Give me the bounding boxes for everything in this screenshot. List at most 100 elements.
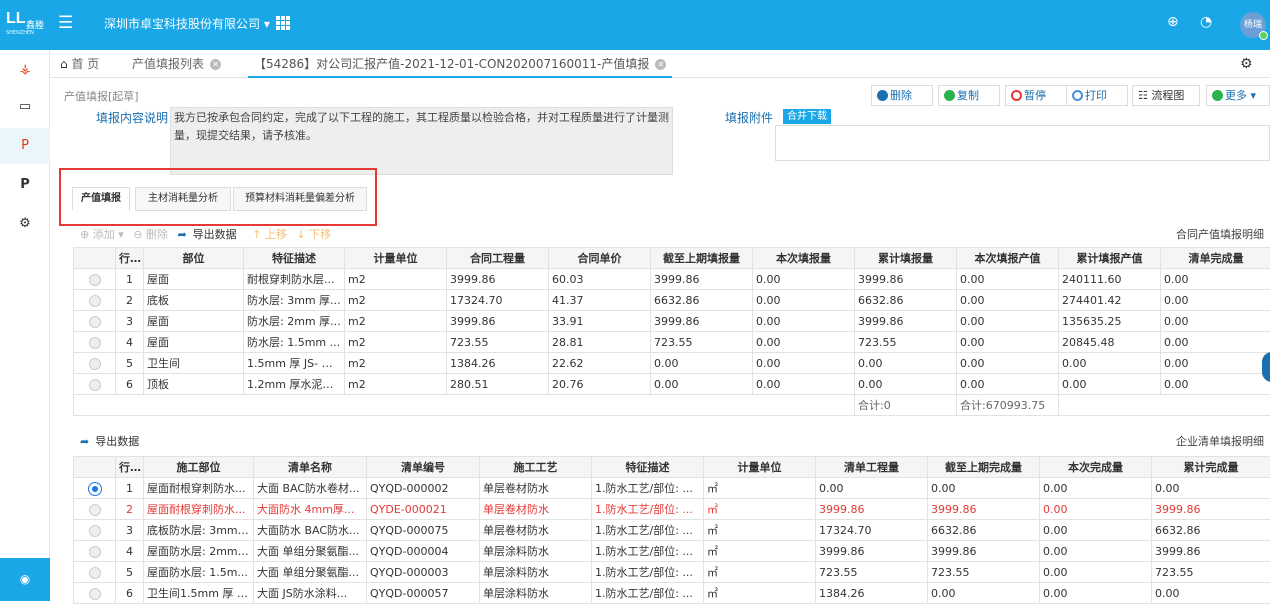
apps-grid-icon[interactable] <box>276 16 290 30</box>
gears-icon[interactable]: ⚙ <box>0 206 50 242</box>
monitor-icon[interactable]: ▭ <box>0 89 50 125</box>
paypal-icon[interactable]: P <box>0 128 50 164</box>
col-select <box>74 457 116 478</box>
table-cell: 0.00 <box>816 478 928 499</box>
table-cell: 20.76 <box>549 374 651 395</box>
table-cell: 20845.48 <box>1059 332 1161 353</box>
table-cell: ㎡ <box>704 541 816 562</box>
table-cell: 723.55 <box>1152 562 1270 583</box>
export-button[interactable]: 导出数据 <box>193 228 237 241</box>
eye-icon[interactable]: ◉ <box>0 558 50 601</box>
table-row[interactable]: 6卫生间1.5mm 厚 J...大面 JS防水涂料...QYQD-000057单… <box>74 583 1270 604</box>
add-button[interactable]: ⊕ 添加 ▾ <box>80 228 124 241</box>
row-select-cell <box>74 562 116 583</box>
col-row-no: 行号 <box>116 248 144 269</box>
export-button[interactable]: 导出数据 <box>95 435 139 448</box>
tab-label: 【54286】对公司汇报产值-2021-12-01-CON20200716001… <box>254 57 649 71</box>
table-cell: QYQD-000075 <box>367 520 480 541</box>
sidebar: ⚶ ▭ P P ⚙ ◉ <box>0 50 50 601</box>
row-radio[interactable] <box>89 295 101 307</box>
table-cell: 0.00 <box>753 353 855 374</box>
row-radio[interactable] <box>89 316 101 328</box>
tab-home[interactable]: ⌂ 首 页 <box>60 50 99 78</box>
menu-toggle-icon[interactable]: ☰ <box>58 14 73 32</box>
merge-download-button[interactable]: 合并下载 <box>783 109 831 124</box>
table-row[interactable]: 2屋面耐根穿刺防水...大面防水 4mm厚...QYDE-000021单层卷材防… <box>74 499 1270 520</box>
table-row[interactable]: 1屋面耐根穿刺防水...大面 BAC防水卷材...QYQD-000002单层卷材… <box>74 478 1270 499</box>
table-row[interactable]: 6顶板1.2mm 厚水泥基...m2280.5120.760.000.000.0… <box>74 374 1270 395</box>
col-list-qty: 清单工程量 <box>816 457 928 478</box>
table-cell: QYQD-000002 <box>367 478 480 499</box>
table-cell: 大面 单组分聚氨酯... <box>254 562 367 583</box>
tab-output-report[interactable]: 【54286】对公司汇报产值-2021-12-01-CON20200716001… <box>248 50 672 78</box>
logo-mark: LL <box>6 10 26 28</box>
table-row[interactable]: 1屋面耐根穿刺防水层...m23999.8660.033999.860.0039… <box>74 269 1270 290</box>
table-row[interactable]: 5屋面防水层: 1.5m...大面 单组分聚氨酯...QYQD-000003单层… <box>74 562 1270 583</box>
table2-title: 企业清单填报明细 <box>1176 434 1264 450</box>
move-up-button[interactable]: ↑ 上移 <box>252 228 287 241</box>
row-radio[interactable] <box>89 358 101 370</box>
move-down-button[interactable]: ↓ 下移 <box>296 228 331 241</box>
copy-button[interactable]: 复制 <box>938 85 1000 106</box>
table-row[interactable]: 5卫生间1.5mm 厚 JS- 工...m21384.2622.620.000.… <box>74 353 1270 374</box>
close-icon[interactable]: ✕ <box>655 59 666 70</box>
table-cell: m2 <box>345 353 447 374</box>
row-radio[interactable] <box>89 379 101 391</box>
print-button[interactable]: 打印 <box>1066 85 1128 106</box>
row-radio[interactable] <box>89 546 101 558</box>
table-cell: m2 <box>345 269 447 290</box>
row-radio[interactable] <box>89 525 101 537</box>
search-icon[interactable]: ⊕ <box>1167 14 1179 30</box>
row-radio[interactable] <box>89 567 101 579</box>
settings-icon[interactable]: ⚙ <box>1240 56 1253 72</box>
row-radio[interactable] <box>89 337 101 349</box>
table-cell: 2 <box>116 290 144 311</box>
flowchart-button[interactable]: ☷ 流程图 <box>1132 85 1200 106</box>
chat-icon[interactable]: ◔ <box>1200 14 1212 30</box>
row-radio[interactable] <box>89 504 101 516</box>
share-icon: ➦ <box>177 228 186 241</box>
table-cell: 0.00 <box>1040 499 1152 520</box>
close-icon[interactable]: ✕ <box>210 59 221 70</box>
floating-button[interactable] <box>1262 352 1270 382</box>
description-field[interactable]: 我方已按承包合同约定，完成了以下工程的施工，其工程质量以检验合格，并对工程质量进… <box>170 107 673 175</box>
row-radio[interactable] <box>89 588 101 600</box>
table-cell: m2 <box>345 374 447 395</box>
contract-output-table: 行号 部位 特征描述 计量单位 合同工程量 合同单价 截至上期填报量 本次填报量… <box>73 247 1270 416</box>
table-cell: 0.00 <box>1161 374 1270 395</box>
tab-output-list[interactable]: 产值填报列表✕ <box>132 50 221 78</box>
table-cell: 3 <box>116 311 144 332</box>
table-cell: 240111.60 <box>1059 269 1161 290</box>
company-selector[interactable]: 深圳市卓宝科技股份有限公司 ▾ <box>104 16 270 32</box>
table-row[interactable]: 4屋面防水层: 1.5mm ...m2723.5528.81723.550.00… <box>74 332 1270 353</box>
table-row[interactable]: 3底板防水层: 3mm ...大面防水 BAC防水...QYQD-000075单… <box>74 520 1270 541</box>
col-process: 施工工艺 <box>480 457 592 478</box>
table-cell: 6632.86 <box>855 290 957 311</box>
table-row[interactable]: 2底板防水层: 3mm 厚...m217324.7041.376632.860.… <box>74 290 1270 311</box>
row-select-cell <box>74 374 116 395</box>
col-location: 部位 <box>144 248 244 269</box>
table-cell: 屋面耐根穿刺防水... <box>144 478 254 499</box>
table-cell: 防水层: 2mm 厚... <box>244 311 345 332</box>
remove-button[interactable]: ⊖ 删除 <box>133 228 168 241</box>
table-cell: 3999.86 <box>651 269 753 290</box>
pause-button[interactable]: 暂停 <box>1005 85 1067 106</box>
delete-button[interactable]: 删除 <box>871 85 933 106</box>
avatar[interactable]: 杨瑞 <box>1240 12 1266 38</box>
table-row[interactable]: 4屋面防水层: 2mm ...大面 单组分聚氨酯...QYQD-000004单层… <box>74 541 1270 562</box>
attach-label: 填报附件 <box>725 109 773 126</box>
paypal-icon[interactable]: P <box>0 167 50 203</box>
table-cell: 0.00 <box>1152 478 1270 499</box>
table-cell: 3999.86 <box>928 541 1040 562</box>
flowchart-button-label: 流程图 <box>1151 89 1184 102</box>
row-radio[interactable] <box>89 483 101 495</box>
table-cell: 17324.70 <box>816 520 928 541</box>
table-cell: 3999.86 <box>816 541 928 562</box>
sitemap-icon[interactable]: ⚶ <box>0 52 50 88</box>
more-button[interactable]: 更多 ▾ <box>1206 85 1270 106</box>
col-prev-done: 截至上期完成量 <box>928 457 1040 478</box>
row-select-cell <box>74 269 116 290</box>
table-row[interactable]: 3屋面防水层: 2mm 厚...m23999.8633.913999.860.0… <box>74 311 1270 332</box>
row-radio[interactable] <box>89 274 101 286</box>
row-select-cell <box>74 520 116 541</box>
